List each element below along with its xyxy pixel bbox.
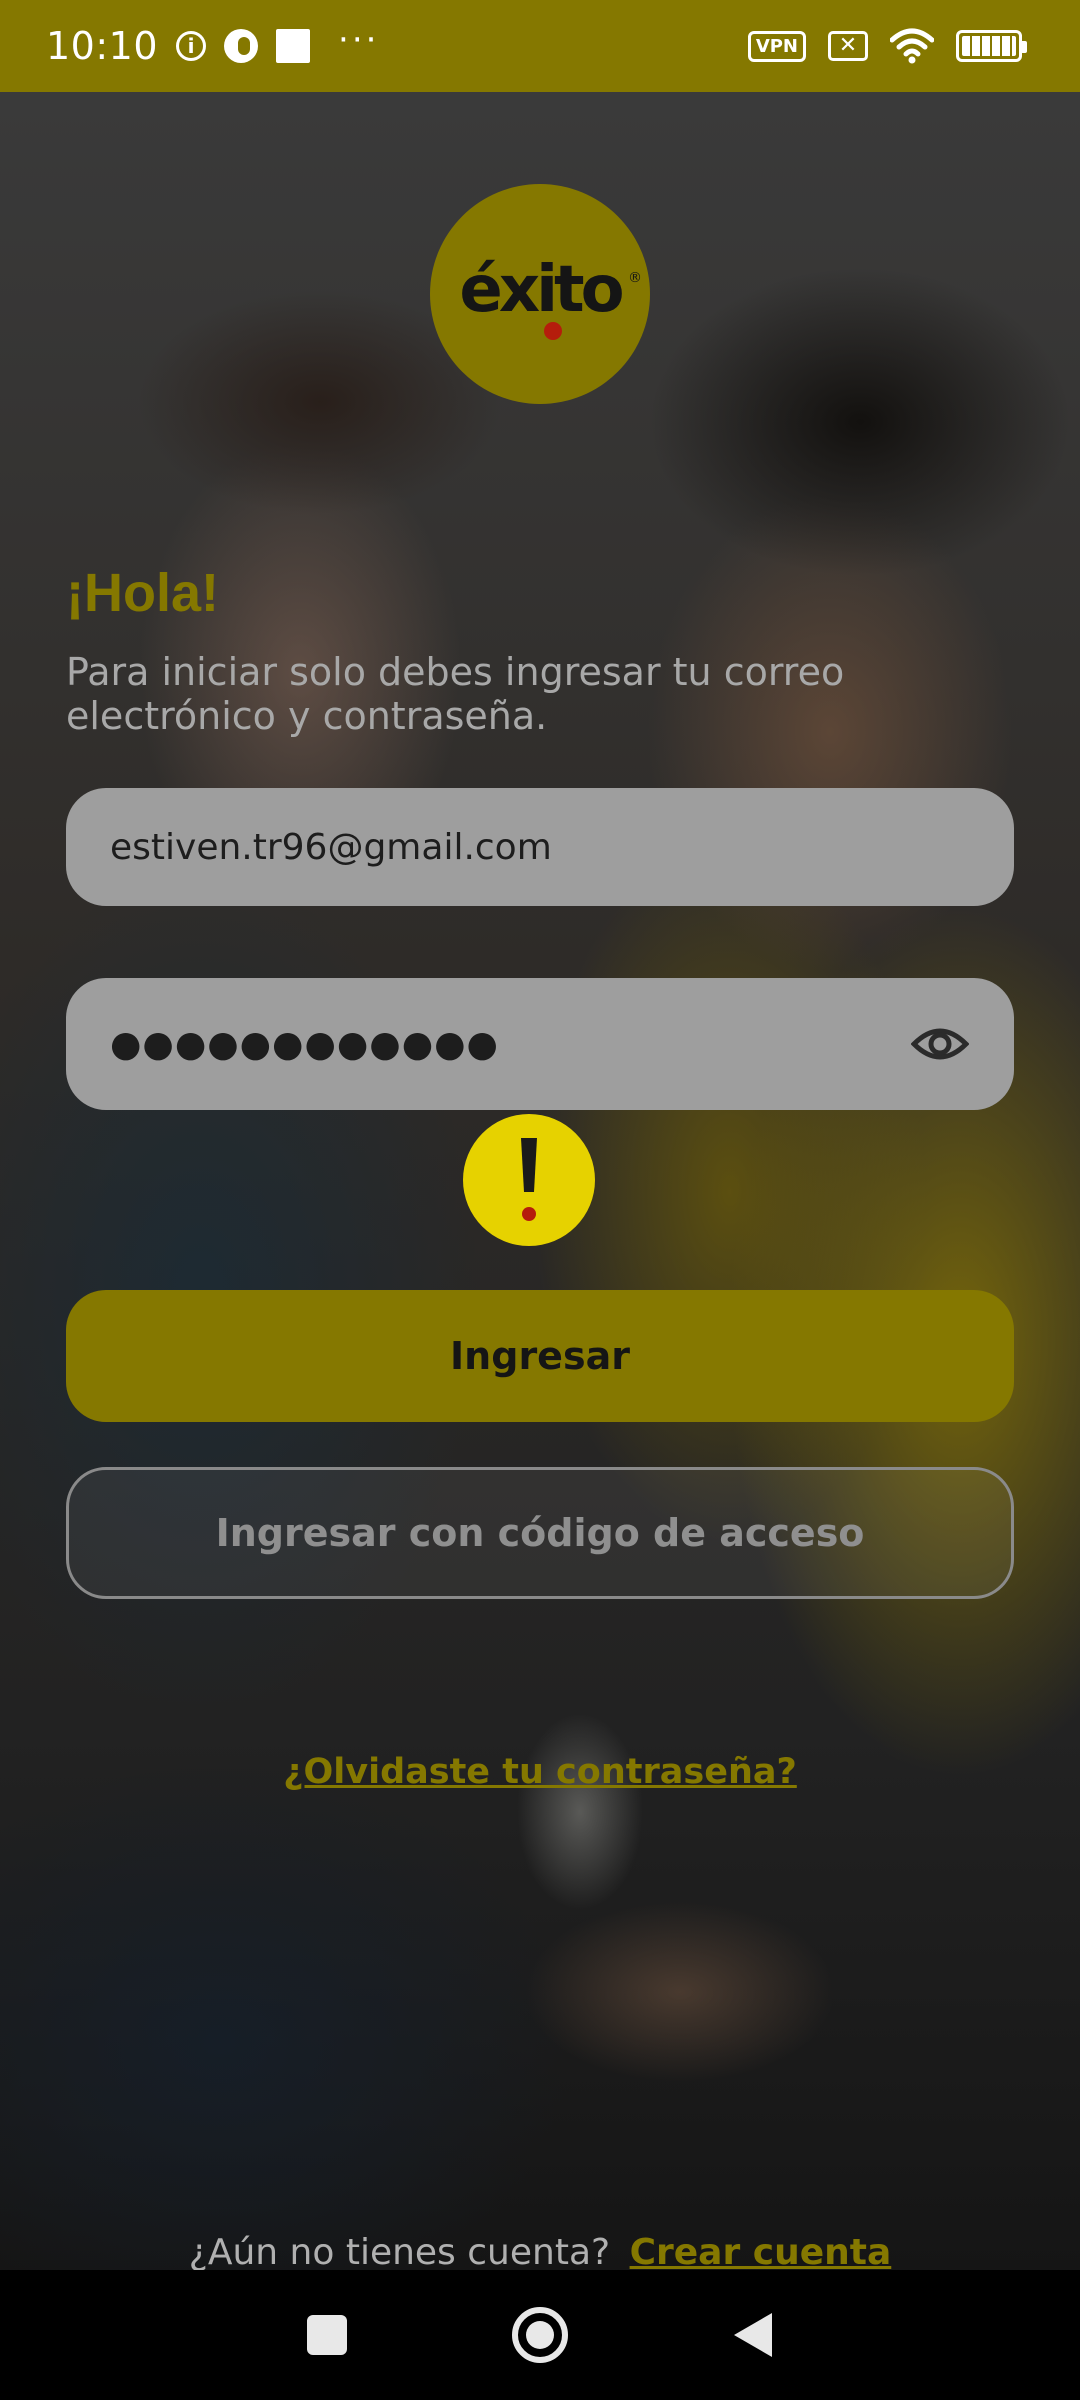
no-sim-icon: ✕ xyxy=(828,31,868,61)
signup-row: ¿Aún no tienes cuenta? Crear cuenta xyxy=(0,2232,1080,2270)
recents-button[interactable] xyxy=(282,2290,372,2380)
email-field[interactable]: estiven.tr96@gmail.com xyxy=(66,788,1014,906)
access-code-button[interactable]: Ingresar con código de acceso xyxy=(66,1467,1014,1599)
more-notifications-icon: ··· xyxy=(338,20,380,60)
login-button[interactable]: Ingresar xyxy=(66,1290,1014,1422)
info-icon: i xyxy=(176,31,207,61)
password-field[interactable]: ●●●●●●●●●●●● xyxy=(66,978,1014,1110)
battery-icon xyxy=(956,30,1027,62)
create-account-link[interactable]: Crear cuenta xyxy=(630,2232,892,2270)
notification-icon xyxy=(224,29,259,63)
greeting-title: ¡Hola! xyxy=(66,563,219,623)
no-account-text: ¿Aún no tienes cuenta? xyxy=(188,2232,611,2270)
wifi-icon xyxy=(890,28,934,64)
warning-icon xyxy=(463,1114,595,1246)
logo-text: éxito xyxy=(459,253,624,327)
email-value: estiven.tr96@gmail.com xyxy=(110,826,552,868)
greeting-subtitle: Para iniciar solo debes ingresar tu corr… xyxy=(66,650,845,738)
back-button[interactable] xyxy=(708,2290,798,2380)
navigation-bar xyxy=(0,2270,1080,2400)
forgot-password-link[interactable]: ¿Olvidaste tu contraseña? xyxy=(0,1752,1080,1792)
login-screen: éxito ® ¡Hola! Para iniciar solo debes i… xyxy=(0,92,1080,2270)
status-time: 10:10 xyxy=(46,24,159,68)
logo-registered-mark: ® xyxy=(628,270,642,286)
home-button[interactable] xyxy=(495,2290,585,2380)
logo-dot xyxy=(544,322,562,340)
exito-logo: éxito ® xyxy=(430,184,650,404)
status-bar: 10:10 i ··· VPN ✕ xyxy=(0,0,1080,92)
password-value: ●●●●●●●●●●●● xyxy=(110,1023,499,1065)
square-notification-icon xyxy=(276,29,311,63)
eye-icon[interactable] xyxy=(910,1014,970,1074)
vpn-icon: VPN xyxy=(747,30,806,62)
